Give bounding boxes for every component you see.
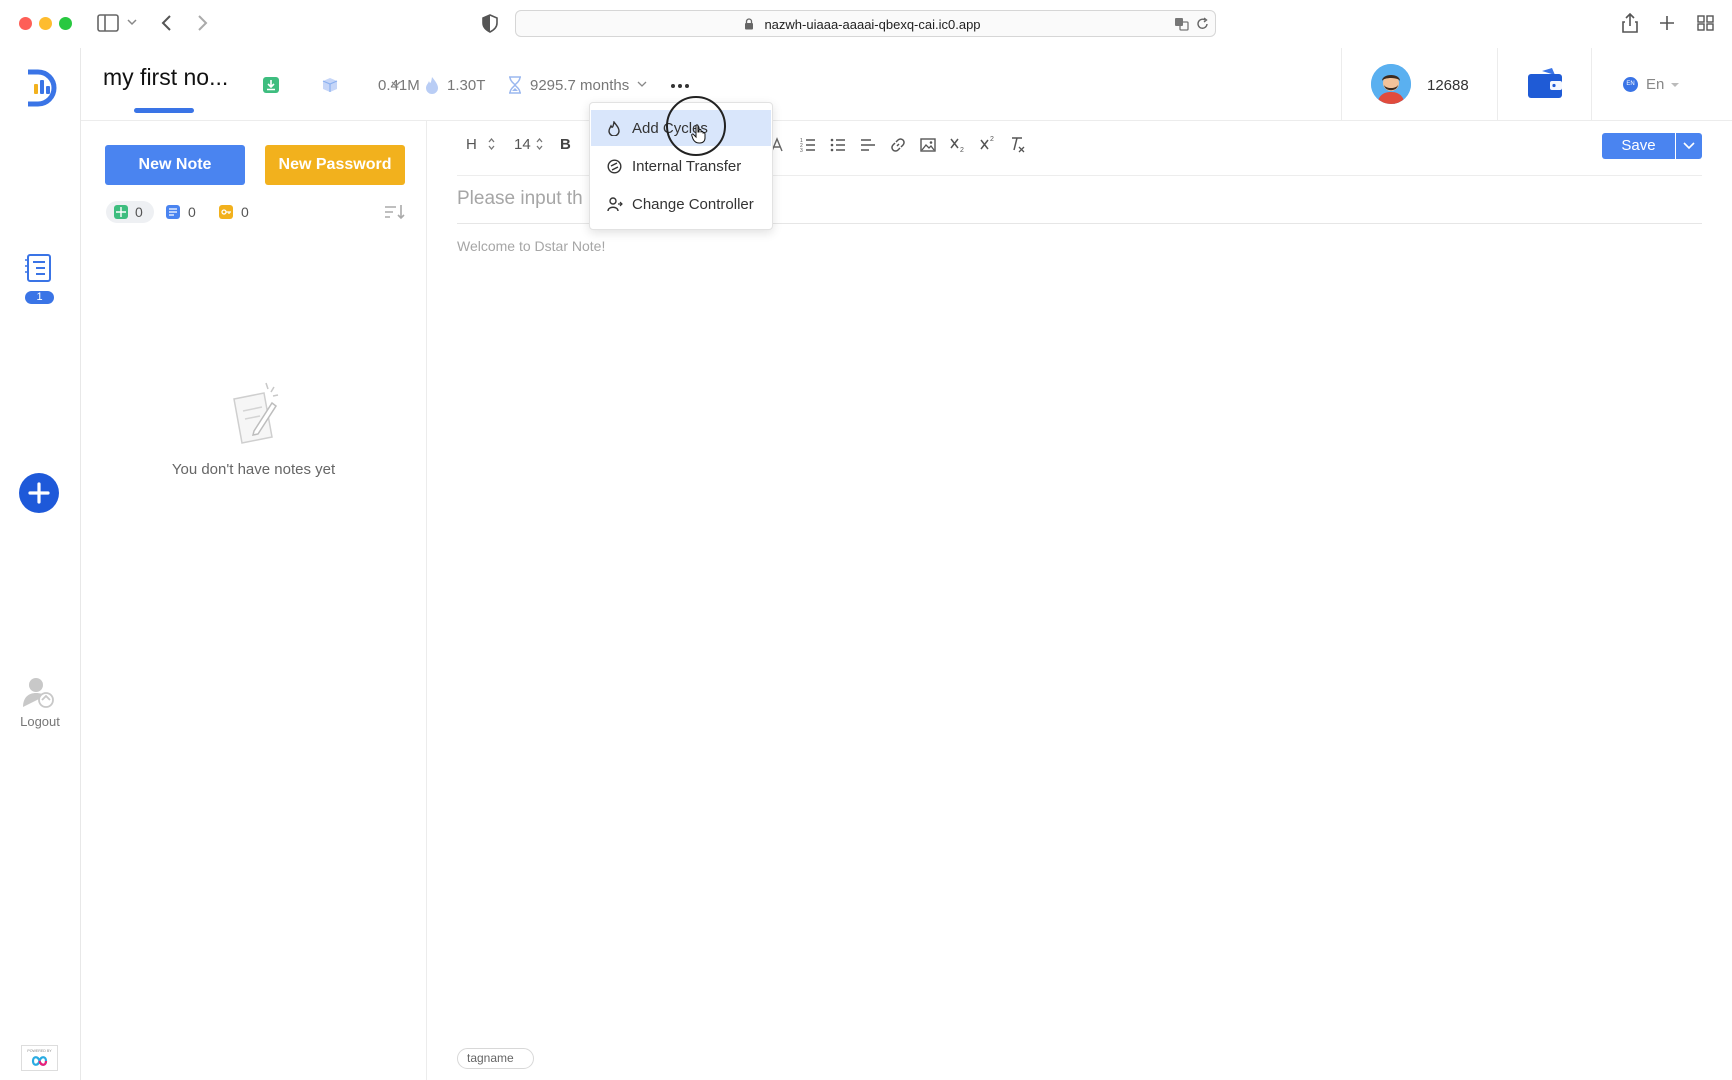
more-menu-button[interactable] bbox=[670, 76, 690, 96]
reload-icon[interactable] bbox=[1196, 17, 1209, 31]
save-button[interactable]: Save bbox=[1602, 133, 1675, 159]
bullet-list-icon[interactable] bbox=[830, 137, 846, 153]
svg-text:POWERED BY: POWERED BY bbox=[27, 1049, 52, 1053]
key-icon bbox=[219, 205, 233, 219]
dstar-logo-icon[interactable] bbox=[20, 68, 58, 108]
new-note-button[interactable]: New Note bbox=[105, 145, 245, 185]
share-icon[interactable] bbox=[1622, 13, 1638, 33]
language-chevron-icon[interactable] bbox=[1670, 82, 1680, 89]
bold-button[interactable]: B bbox=[560, 136, 571, 153]
logout-label[interactable]: Logout bbox=[0, 714, 80, 729]
note-icon bbox=[166, 205, 180, 219]
empty-notes-illustration-icon bbox=[226, 377, 286, 449]
app-header: my first no... 0.41M 1.30T 9295.7 months… bbox=[81, 48, 1732, 121]
internet-computer-logo-icon: POWERED BY bbox=[21, 1045, 58, 1071]
download-icon[interactable] bbox=[263, 77, 279, 93]
back-arrow-icon[interactable] bbox=[160, 14, 172, 32]
notes-nav-icon[interactable] bbox=[24, 253, 54, 283]
heading-stepper-icon[interactable] bbox=[488, 138, 495, 150]
chevron-down-icon[interactable] bbox=[127, 18, 137, 26]
forward-arrow-icon[interactable] bbox=[197, 14, 209, 32]
clear-format-icon[interactable] bbox=[1010, 136, 1026, 154]
cycles-value: 1.30T bbox=[447, 77, 486, 94]
ordered-list-icon[interactable]: 123 bbox=[800, 137, 816, 153]
hand-cursor-icon bbox=[691, 124, 707, 144]
notes-filter[interactable]: 0 bbox=[166, 201, 206, 223]
browser-toolbar: nazwh-uiaaa-aaaai-qbexq-cai.ic0.app bbox=[0, 0, 1732, 48]
notes-count-badge: 1 bbox=[25, 291, 54, 304]
fire-icon bbox=[607, 121, 621, 136]
align-left-icon[interactable] bbox=[860, 137, 876, 153]
note-body-editor[interactable]: Welcome to Dstar Note! bbox=[457, 238, 605, 254]
flame-icon bbox=[424, 76, 440, 94]
sidebar-toggle-icon[interactable] bbox=[97, 14, 119, 32]
address-bar[interactable]: nazwh-uiaaa-aaaai-qbexq-cai.ic0.app bbox=[515, 10, 1216, 37]
notes-sidebar: New Note New Password 0 0 0 You don't ha… bbox=[81, 121, 427, 1080]
header-divider bbox=[1497, 48, 1498, 120]
duration-dropdown-chevron-icon[interactable] bbox=[637, 81, 647, 88]
subscript-icon[interactable]: 2 bbox=[950, 136, 966, 154]
title-underline bbox=[134, 108, 194, 113]
menu-item-internal-transfer[interactable]: Internal Transfer bbox=[591, 148, 771, 184]
image-icon[interactable] bbox=[920, 137, 936, 153]
privacy-shield-icon[interactable] bbox=[482, 14, 498, 33]
sort-icon[interactable] bbox=[384, 204, 406, 220]
svg-text:2: 2 bbox=[960, 147, 964, 154]
hourglass-icon bbox=[507, 76, 523, 94]
font-size-stepper-icon[interactable] bbox=[536, 138, 543, 150]
all-items-count: 0 bbox=[135, 204, 143, 220]
app-left-rail: 1 Logout POWERED BY bbox=[0, 48, 81, 1080]
menu-item-label: Change Controller bbox=[632, 196, 754, 213]
tab-overview-icon[interactable] bbox=[1697, 15, 1714, 31]
translate-icon[interactable] bbox=[1174, 17, 1190, 31]
header-divider bbox=[1341, 48, 1342, 120]
logout-icon[interactable] bbox=[20, 675, 56, 709]
url-text: nazwh-uiaaa-aaaai-qbexq-cai.ic0.app bbox=[764, 17, 981, 32]
window-close-button[interactable] bbox=[19, 17, 32, 30]
superscript-icon[interactable]: 2 bbox=[980, 134, 996, 152]
save-options-button[interactable] bbox=[1676, 133, 1702, 159]
memory-dropdown-chevron-icon[interactable] bbox=[391, 81, 401, 88]
heading-select[interactable]: H bbox=[466, 136, 477, 153]
header-divider bbox=[1591, 48, 1592, 120]
passwords-count: 0 bbox=[241, 204, 249, 220]
transfer-icon bbox=[607, 159, 622, 174]
grid-icon bbox=[114, 205, 128, 219]
window-maximize-button[interactable] bbox=[59, 17, 72, 30]
menu-item-change-controller[interactable]: Change Controller bbox=[591, 186, 771, 222]
window-minimize-button[interactable] bbox=[39, 17, 52, 30]
new-tab-icon[interactable] bbox=[1659, 15, 1675, 31]
note-title-input[interactable]: Please input th bbox=[457, 188, 583, 210]
new-password-button[interactable]: New Password bbox=[265, 145, 405, 185]
user-swap-icon bbox=[607, 197, 623, 212]
notes-count: 0 bbox=[188, 204, 196, 220]
empty-notes-message: You don't have notes yet bbox=[171, 461, 336, 478]
avatar[interactable] bbox=[1371, 64, 1411, 104]
add-note-button[interactable] bbox=[19, 473, 59, 513]
all-items-filter[interactable]: 0 bbox=[106, 201, 154, 223]
memory-icon bbox=[321, 76, 339, 94]
chevron-down-icon bbox=[1683, 142, 1695, 150]
language-flag-icon: EN bbox=[1623, 77, 1638, 92]
duration-value[interactable]: 9295.7 months bbox=[530, 77, 629, 94]
note-title[interactable]: my first no... bbox=[103, 64, 228, 91]
font-size-select[interactable]: 14 bbox=[514, 136, 531, 153]
tag-input[interactable]: tagname bbox=[457, 1048, 534, 1069]
svg-text:2: 2 bbox=[990, 136, 994, 143]
svg-text:3: 3 bbox=[800, 148, 803, 153]
link-icon[interactable] bbox=[890, 137, 906, 153]
passwords-filter[interactable]: 0 bbox=[219, 201, 259, 223]
plus-icon bbox=[28, 482, 50, 504]
more-dots-icon bbox=[671, 84, 689, 88]
menu-item-label: Internal Transfer bbox=[632, 158, 742, 175]
wallet-icon[interactable] bbox=[1528, 68, 1562, 98]
balance-value: 12688 bbox=[1427, 77, 1469, 94]
language-select[interactable]: En bbox=[1646, 76, 1664, 93]
